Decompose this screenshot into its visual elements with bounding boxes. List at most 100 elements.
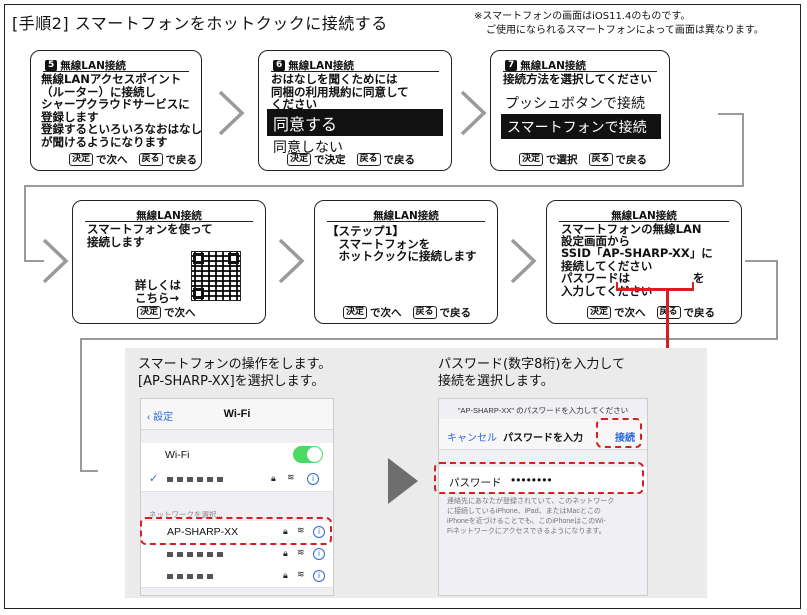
selected-option: スマートフォンで接続 [501, 114, 661, 139]
wifi-settings-screen: ‹ 設定 Wi-Fi Wi-Fi ✓ 🔒︎ ≋ i ネットワークを選択... A… [140, 398, 334, 596]
panel-footer: 決定 で選択 戻る で戻る [519, 152, 647, 167]
highlight-password [434, 462, 644, 494]
nav-bar: ‹ 設定 Wi-Fi [141, 399, 333, 430]
chevron-right-icon [218, 90, 245, 136]
panel-footer: 決定 で決定 戻る で戻る [287, 152, 415, 167]
panel-step-10: 無線LAN接続 スマートフォンの無線LAN 設定画面から SSID「AP-SHA… [546, 200, 742, 324]
kettei-key-icon: 決定 [343, 306, 368, 319]
footer-text: で決定 [314, 154, 346, 166]
flow-line [776, 260, 778, 340]
panel-step-8: 無線LAN接続 スマートフォンを使って 接続します 詳しくは こちら→ 決定 で次… [72, 200, 266, 324]
footnote: 連絡先にあなたが登録されていて、このネットワーク に接続しているiPhone、i… [447, 498, 615, 535]
page-title: [手順2] スマートフォンをホットクックに接続する [12, 14, 388, 33]
flow-line [80, 470, 98, 472]
kettei-key-icon: 決定 [69, 153, 94, 166]
step-number: 7 [505, 60, 518, 71]
panel-step-6: 6 無線LAN接続 おはなしを聞くためには 同梱の利用規約に同意して ください 同… [258, 50, 452, 171]
wifi-toggle-row: Wi-Fi [141, 443, 333, 468]
panel-body-suffix: を [693, 271, 705, 285]
wifi-label: Wi-Fi [165, 449, 190, 461]
panel-body-end: 入力してください [561, 284, 653, 298]
panel-body: スマートフォンの無線LAN 設定画面から SSID「AP-SHARP-XX」に … [561, 222, 713, 285]
panel-footer: 決定で次へ 戻るで戻る [343, 305, 471, 320]
network-row[interactable]: 🔒︎ ≋ i [141, 543, 333, 566]
cancel-button[interactable]: キャンセル [447, 429, 497, 444]
panel-body: 無線LANアクセスポイント （ルーター）に接続し シャープクラウドサービスに 登… [41, 72, 202, 149]
underline [327, 221, 485, 222]
screen-title: パスワードを入力 [503, 433, 583, 444]
wifi-signal-icon: ≋ [287, 472, 295, 482]
footer-text: で戻る [165, 154, 198, 166]
modoru-key-icon: 戻る [412, 306, 437, 319]
footer-text: で戻る [683, 307, 716, 319]
chevron-right-icon [510, 238, 537, 284]
qr-code-icon [191, 251, 241, 301]
footer-text: で戻る [383, 154, 416, 166]
lock-icon: 🔒︎ [271, 473, 276, 483]
chevron-right-icon [278, 238, 305, 284]
info-icon[interactable]: i [307, 473, 319, 485]
panel-body: 【ステップ1】 スマートフォンを ホットクックに接続します [327, 224, 477, 263]
network-name-redacted [167, 574, 217, 579]
note-line-2: ご使用になられるスマートフォンによって画面は異なります。 [486, 25, 764, 36]
panel-body: おはなしを聞くためには 同梱の利用規約に同意して ください [271, 72, 409, 111]
panel-step-7: 7 無線LAN接続 接続方法を選択してください プッシュボタンで接続 スマートフォ… [490, 50, 670, 171]
info-icon[interactable]: i [313, 570, 325, 582]
panel-body: 接続方法を選択してください [503, 72, 652, 86]
note: ※スマートフォンの画面はiOS11.4のものです。 ご使用になられるスマートフォ… [474, 10, 764, 38]
network-row[interactable]: 🔒︎ ≋ i [141, 565, 333, 588]
connected-network-row[interactable]: ✓ 🔒︎ ≋ i [141, 467, 333, 492]
panel-step-5: 5 無線LAN接続 無線LANアクセスポイント （ルーター）に接続し シャープクラ… [30, 50, 202, 171]
panel-body: スマートフォンを使って 接続します [87, 222, 213, 249]
footer-text: で選択 [546, 154, 578, 166]
wifi-signal-icon: ≋ [297, 569, 305, 579]
option-push-button: プッシュボタンで接続 [505, 96, 645, 112]
kettei-key-icon: 決定 [287, 153, 312, 166]
lock-icon: 🔒︎ [283, 570, 288, 580]
footer-text: で戻る [615, 154, 648, 166]
flow-line [80, 338, 778, 340]
kettei-key-icon: 決定 [587, 306, 612, 319]
flow-line [24, 185, 26, 261]
wifi-signal-icon: ≋ [297, 547, 305, 557]
flow-line [742, 113, 744, 186]
modoru-key-icon: 戻る [356, 153, 381, 166]
info-icon[interactable]: i [313, 548, 325, 560]
flow-line [745, 260, 778, 262]
panel-footer: 決定 で次へ [137, 305, 196, 320]
screen-title: Wi-Fi [223, 408, 251, 420]
footer-text: で次へ [614, 307, 646, 319]
flow-line [24, 185, 744, 187]
footer-text: で次へ [96, 154, 128, 166]
step-number: 6 [273, 60, 286, 71]
highlight-join-button [596, 418, 642, 448]
panel-footer: 決定で次へ 戻るで戻る [69, 152, 197, 167]
play-arrow-icon [388, 458, 418, 504]
password-blank-bracket [616, 288, 694, 291]
chevron-right-icon [42, 238, 69, 284]
flow-line [718, 113, 744, 115]
flow-line [80, 338, 82, 471]
lock-icon: 🔒︎ [283, 548, 288, 558]
password-prompt: "AP-SHARP-XX" のパスワードを入力してください [457, 406, 629, 415]
note-line-1: ※スマートフォンの画面はiOS11.4のものです。 [474, 11, 691, 22]
qr-caption: 詳しくは こちら→ [135, 278, 181, 305]
checkmark-icon: ✓ [149, 473, 159, 485]
caption-right: パスワード(数字8桁)を入力して 接続を選択します。 [438, 357, 626, 389]
password-blank-bracket [692, 282, 694, 290]
kettei-key-icon: 決定 [137, 306, 162, 319]
panel-step-9: 無線LAN接続 【ステップ1】 スマートフォンを ホットクックに接続します 決定… [314, 200, 498, 324]
modoru-key-icon: 戻る [588, 153, 613, 166]
caption-left: スマートフォンの操作をします。 [AP-SHARP-XX]を選択します。 [138, 357, 332, 389]
highlight-target-ssid [140, 517, 332, 545]
network-name-redacted [167, 552, 223, 557]
panel-footer: 決定で次へ 戻るで戻る [587, 305, 715, 320]
modoru-key-icon: 戻る [138, 153, 163, 166]
step-number: 5 [45, 60, 58, 71]
chevron-right-icon [460, 90, 487, 136]
kettei-key-icon: 決定 [519, 153, 544, 166]
wifi-toggle[interactable] [293, 446, 323, 463]
footer-text: で次へ [370, 307, 402, 319]
footer-text: で戻る [439, 307, 472, 319]
selected-option: 同意する [267, 109, 443, 136]
